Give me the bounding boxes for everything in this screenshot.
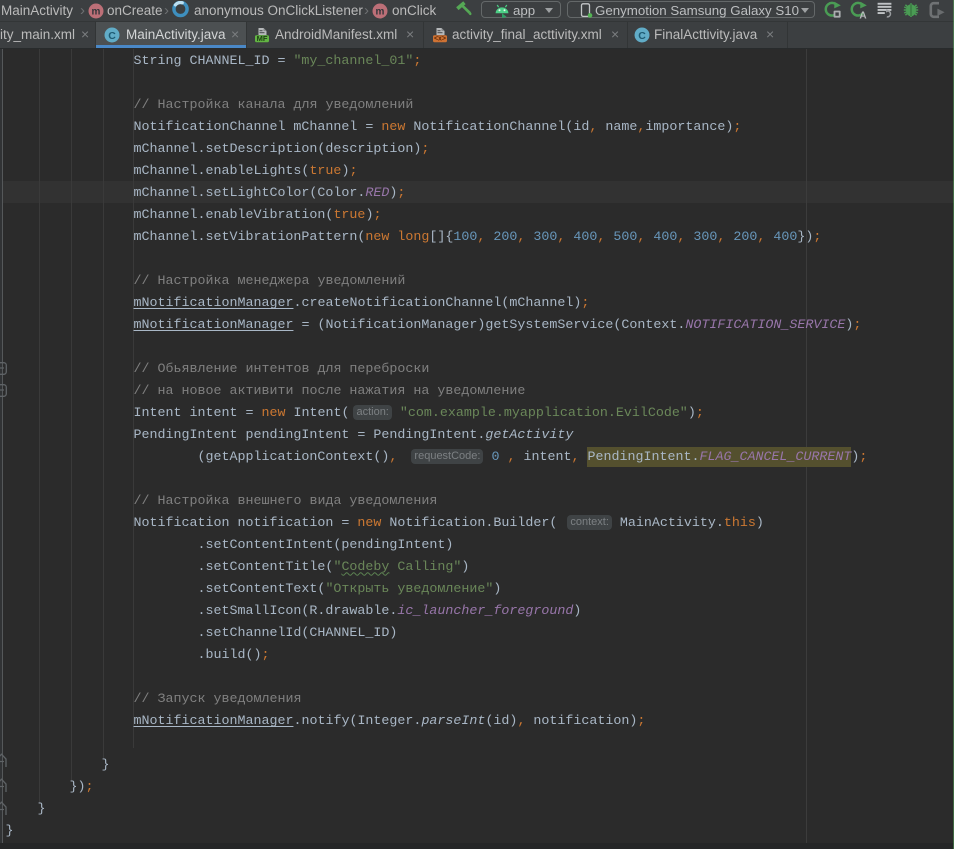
svg-text:MF: MF [257, 34, 268, 43]
svg-text:m: m [376, 7, 385, 18]
svg-text:m: m [92, 7, 101, 18]
svg-text:C: C [638, 30, 646, 42]
svg-text:A: A [859, 10, 866, 19]
svg-text:<x>: <x> [434, 36, 446, 43]
svg-text:C: C [108, 30, 116, 42]
